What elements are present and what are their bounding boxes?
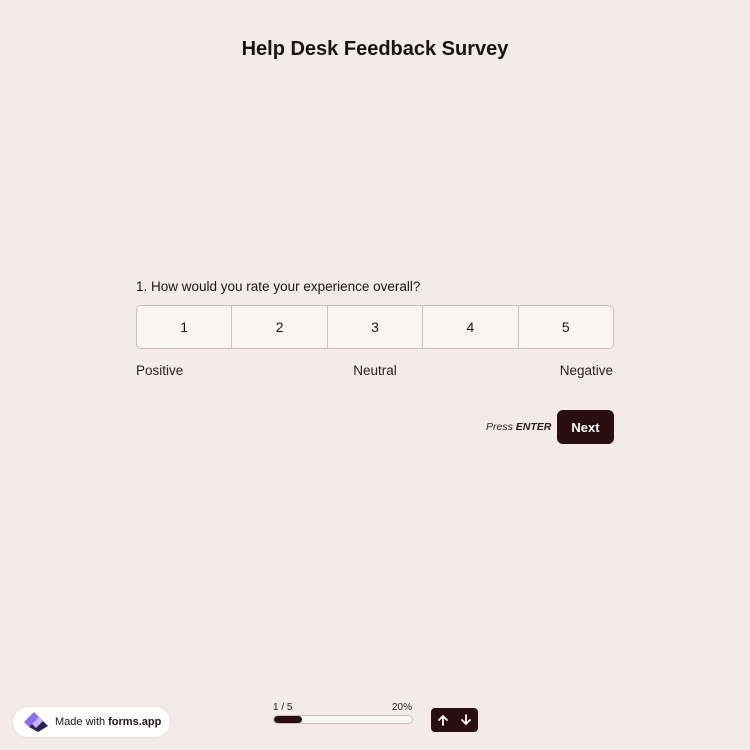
survey-title: Help Desk Feedback Survey [241, 38, 509, 60]
previous-question-button[interactable] [431, 708, 455, 732]
press-key: ENTER [515, 421, 552, 433]
arrow-up-icon [437, 715, 448, 726]
rating-option-2[interactable]: 2 [232, 306, 328, 348]
question-text: 1. How would you rate your experience ov… [136, 279, 421, 294]
press-prefix: Press [486, 421, 516, 433]
rating-option-5[interactable]: 5 [519, 306, 613, 348]
brand-name: forms.app [108, 716, 162, 728]
progress-percent: 20% [392, 702, 413, 713]
next-question-button[interactable] [455, 708, 479, 732]
progress-count: 1 / 5 [273, 702, 293, 713]
press-enter-hint: Press ENTER [486, 421, 551, 433]
rating-option-1[interactable]: 1 [137, 306, 233, 348]
progress-fill [274, 716, 302, 723]
next-button[interactable]: Next [557, 410, 614, 444]
rating-scale: 1 2 3 4 5 [136, 305, 614, 349]
forms-app-logo-icon [24, 712, 48, 732]
scale-label-right: Negative [559, 363, 613, 378]
question-nav [431, 708, 478, 732]
rating-option-3[interactable]: 3 [328, 306, 424, 348]
progress-bar [273, 715, 413, 724]
made-with-badge[interactable]: Made with forms.app [13, 707, 170, 737]
arrow-down-icon [461, 714, 472, 725]
scale-label-middle: Neutral [353, 363, 397, 378]
rating-option-4[interactable]: 4 [423, 306, 519, 348]
made-with-text: Made with [55, 716, 106, 728]
